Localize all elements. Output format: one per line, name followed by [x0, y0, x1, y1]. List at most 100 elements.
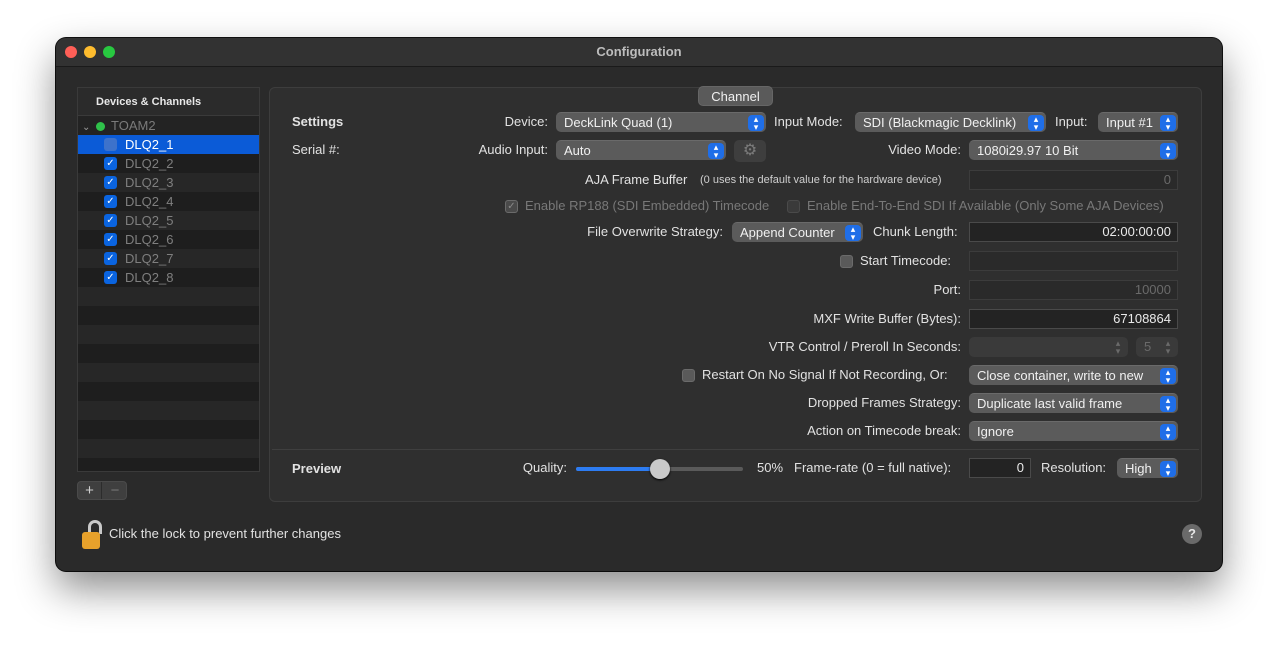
sidebar-item-channel[interactable]: ✓ DLQ2_3: [78, 173, 259, 192]
devices-sidebar: Devices & Channels ⌄ TOAM2 DLQ2_1 ✓ DLQ2_2 ✓ D…: [77, 87, 260, 472]
channel-label: DLQ2_2: [125, 156, 174, 171]
channel-enabled-checkbox[interactable]: ✓: [104, 214, 117, 227]
video-mode-label: Video Mode:: [888, 142, 961, 157]
empty-row: [78, 420, 259, 439]
channel-label: DLQ2_6: [125, 232, 174, 247]
aja-hint: (0 uses the default value for the hardwa…: [700, 174, 942, 186]
remove-channel-button[interactable]: −: [103, 482, 127, 499]
port-label: Port:: [933, 282, 961, 297]
quality-slider-knob[interactable]: [649, 459, 670, 479]
quality-slider[interactable]: [576, 459, 743, 479]
dropped-frames-popup[interactable]: Duplicate last valid frame ▴ ▾: [969, 393, 1178, 413]
channel-enabled-checkbox[interactable]: ✓: [104, 271, 117, 284]
help-button[interactable]: ?: [1182, 524, 1202, 544]
preview-section-label: Preview: [292, 461, 342, 476]
channel-label: DLQ2_5: [125, 213, 174, 228]
end-to-end-label: Enable End-To-End SDI If Available (Only…: [807, 198, 1164, 213]
popup-arrows-icon: ▴ ▾: [1160, 396, 1176, 413]
restart-action-popup[interactable]: Close container, write to new ▴ ▾: [969, 365, 1178, 385]
channel-enabled-checkbox[interactable]: ✓: [104, 176, 117, 189]
sidebar-item-channel[interactable]: ✓ DLQ2_6: [78, 230, 259, 249]
preroll-seconds-stepper[interactable]: 5 ▴ ▾: [1136, 337, 1178, 357]
tab-channel[interactable]: Channel: [698, 86, 773, 106]
channel-label: DLQ2_3: [125, 175, 174, 190]
video-mode-value: 1080i29.97 10 Bit: [977, 143, 1079, 158]
device-value: DeckLink Quad (1): [564, 115, 673, 130]
empty-row: [78, 401, 259, 420]
preroll-seconds-value: 5: [1144, 339, 1152, 354]
title-bar: Configuration: [56, 38, 1222, 67]
empty-row: [78, 382, 259, 401]
channel-enabled-checkbox[interactable]: ✓: [104, 157, 117, 170]
resolution-popup[interactable]: High ▴ ▾: [1117, 458, 1178, 478]
start-timecode-label: Start Timecode:: [860, 253, 952, 268]
sidebar-item-channel[interactable]: ✓ DLQ2_5: [78, 211, 259, 230]
vtr-control-popup[interactable]: ▴ ▾: [969, 337, 1128, 357]
input-value: Input #1: [1106, 115, 1153, 130]
popup-arrows-icon: ▴ ▾: [1160, 115, 1176, 132]
dropped-frames-label: Dropped Frames Strategy:: [807, 395, 961, 410]
audio-input-label: Audio Input:: [478, 142, 548, 157]
zoom-window-button[interactable]: [103, 46, 115, 58]
framerate-field[interactable]: 0: [969, 458, 1031, 478]
overwrite-strategy-popup[interactable]: Append Counter ▴ ▾: [732, 222, 863, 242]
input-mode-label: Input Mode:: [774, 114, 843, 129]
popup-arrows-icon: ▴ ▾: [748, 115, 764, 132]
sidebar-item-channel[interactable]: ✓ DLQ2_4: [78, 192, 259, 211]
mxf-write-buffer-label: MXF Write Buffer (Bytes):: [813, 311, 961, 326]
input-popup[interactable]: Input #1 ▴ ▾: [1098, 112, 1178, 132]
empty-row: [78, 458, 259, 471]
channel-label: DLQ2_7: [125, 251, 174, 266]
mxf-write-buffer-field[interactable]: 67108864: [969, 309, 1178, 329]
timecode-break-label: Action on Timecode break:: [807, 423, 961, 438]
resolution-label: Resolution:: [1041, 460, 1107, 475]
rp188-checkbox[interactable]: ✓: [505, 200, 518, 213]
start-timecode-field[interactable]: [969, 251, 1178, 271]
chunk-length-label: Chunk Length:: [873, 224, 958, 239]
restart-on-no-signal-checkbox[interactable]: [682, 369, 695, 382]
channel-enabled-checkbox[interactable]: [104, 138, 117, 151]
timecode-break-value: Ignore: [977, 424, 1014, 439]
audio-input-popup[interactable]: Auto ▴ ▾: [556, 140, 726, 160]
empty-row: [78, 344, 259, 363]
chunk-length-field[interactable]: 02:00:00:00: [969, 222, 1178, 242]
popup-arrows-icon: ▴ ▾: [1160, 143, 1176, 160]
add-channel-button[interactable]: +: [78, 482, 102, 499]
settings-section-label: Settings: [292, 114, 344, 129]
close-window-button[interactable]: [65, 46, 77, 58]
rp188-label: Enable RP188 (SDI Embedded) Timecode: [525, 198, 770, 213]
sidebar-item-channel[interactable]: ✓ DLQ2_7: [78, 249, 259, 268]
preview-divider: [272, 449, 1199, 450]
video-mode-popup[interactable]: 1080i29.97 10 Bit ▴ ▾: [969, 140, 1178, 160]
status-dot-icon: [96, 122, 105, 131]
quality-percent: 50%: [757, 460, 784, 475]
restart-on-no-signal-label: Restart On No Signal If Not Recording, O…: [702, 367, 948, 382]
gear-icon[interactable]: ⚙: [734, 140, 766, 162]
channel-label: DLQ2_8: [125, 270, 174, 285]
audio-input-value: Auto: [564, 143, 591, 158]
sidebar-item-channel[interactable]: ✓ DLQ2_2: [78, 154, 259, 173]
port-field[interactable]: 10000: [969, 280, 1178, 300]
channel-enabled-checkbox[interactable]: ✓: [104, 195, 117, 208]
window-title: Configuration: [596, 44, 682, 59]
overwrite-strategy-label: File Overwrite Strategy:: [587, 224, 723, 239]
popup-arrows-icon: ▴ ▾: [1160, 368, 1176, 385]
channel-enabled-checkbox[interactable]: ✓: [104, 252, 117, 265]
serial-label: Serial #:: [292, 142, 340, 157]
start-timecode-checkbox[interactable]: [840, 255, 853, 268]
aja-frame-buffer-field[interactable]: 0: [969, 170, 1178, 190]
input-mode-popup[interactable]: SDI (Blackmagic Decklink) ▴ ▾: [855, 112, 1046, 132]
popup-arrows-icon: ▴ ▾: [1115, 338, 1121, 356]
device-popup[interactable]: DeckLink Quad (1) ▴ ▾: [556, 112, 766, 132]
lock-icon[interactable]: [82, 520, 104, 550]
popup-arrows-icon: ▴ ▾: [1028, 115, 1044, 132]
device-group-label: TOAM2: [111, 118, 156, 133]
channel-enabled-checkbox[interactable]: ✓: [104, 233, 117, 246]
minimize-window-button[interactable]: [84, 46, 96, 58]
sidebar-item-channel[interactable]: ✓ DLQ2_8: [78, 268, 259, 287]
end-to-end-checkbox[interactable]: [787, 200, 800, 213]
dropped-frames-value: Duplicate last valid frame: [977, 396, 1123, 411]
device-group-row[interactable]: ⌄ TOAM2: [78, 116, 259, 135]
timecode-break-popup[interactable]: Ignore ▴ ▾: [969, 421, 1178, 441]
sidebar-item-channel[interactable]: DLQ2_1: [78, 135, 259, 154]
